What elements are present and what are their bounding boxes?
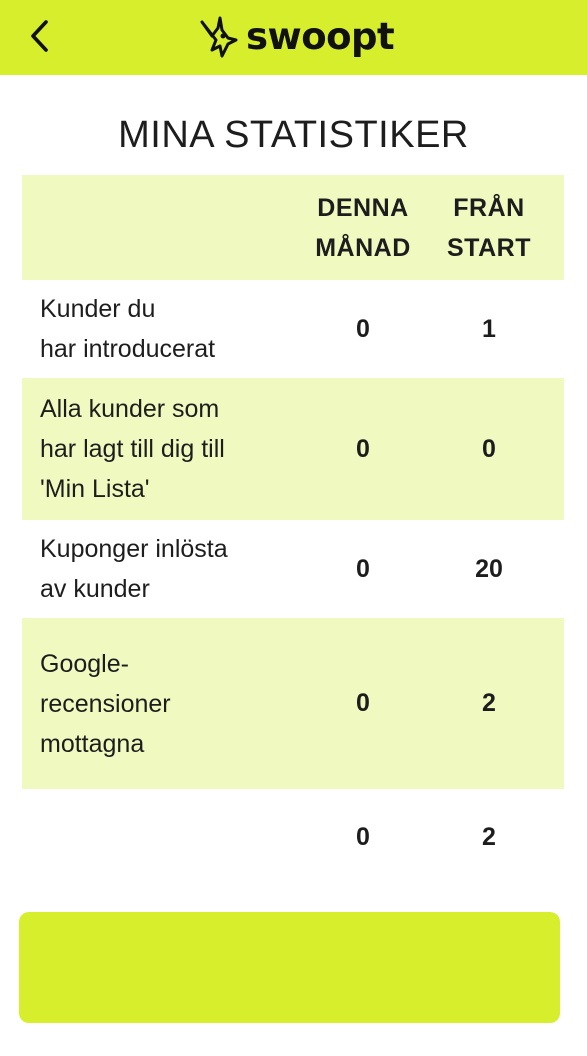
value-since-start: 0	[482, 434, 496, 463]
value-this-month: 0	[356, 314, 370, 343]
table-row: Kuponger inlösta av kunder 0 20	[22, 520, 564, 618]
row-label: Kunder du har introducerat	[40, 295, 216, 363]
swoopt-bird-icon	[200, 16, 238, 58]
bottom-action-button[interactable]	[19, 912, 560, 1023]
value-this-month: 0	[356, 689, 370, 717]
row-label: Alla kunder som har lagt till dig till '…	[40, 395, 225, 503]
column-header-since-start-label: FRÅN START	[447, 193, 531, 262]
column-header-this-month: DENNA MÅNAD	[300, 188, 426, 268]
value-since-start: 2	[482, 822, 496, 851]
value-this-month: 0	[356, 822, 370, 851]
logo-text: swoopt	[246, 14, 395, 58]
top-bar: swoopt	[0, 0, 587, 75]
value-this-month: 0	[356, 434, 370, 463]
table-row: Google- recensioner mottagna 0 2	[22, 618, 564, 789]
row-label: Kuponger inlösta av kunder	[40, 535, 228, 603]
value-since-start: 2	[482, 689, 496, 717]
value-since-start: 20	[475, 554, 503, 583]
stats-table: DENNA MÅNAD FRÅN START Kunder du har int…	[22, 175, 564, 885]
value-since-start: 1	[482, 314, 496, 343]
table-row: Kunder du har introducerat 0 1	[22, 280, 564, 378]
table-row: Alla kunder som har lagt till dig till '…	[22, 378, 564, 520]
table-row: 0 2	[22, 789, 564, 885]
back-button[interactable]	[22, 14, 58, 58]
swoopt-logo: swoopt	[198, 12, 395, 60]
column-header-since-start: FRÅN START	[426, 188, 552, 268]
table-header: DENNA MÅNAD FRÅN START	[22, 175, 564, 280]
row-label: Google- recensioner mottagna	[40, 649, 171, 758]
chevron-left-icon	[31, 20, 48, 52]
value-this-month: 0	[356, 554, 370, 583]
column-header-this-month-label: DENNA MÅNAD	[315, 193, 411, 262]
page-title: MINA STATISTIKER	[118, 114, 469, 156]
